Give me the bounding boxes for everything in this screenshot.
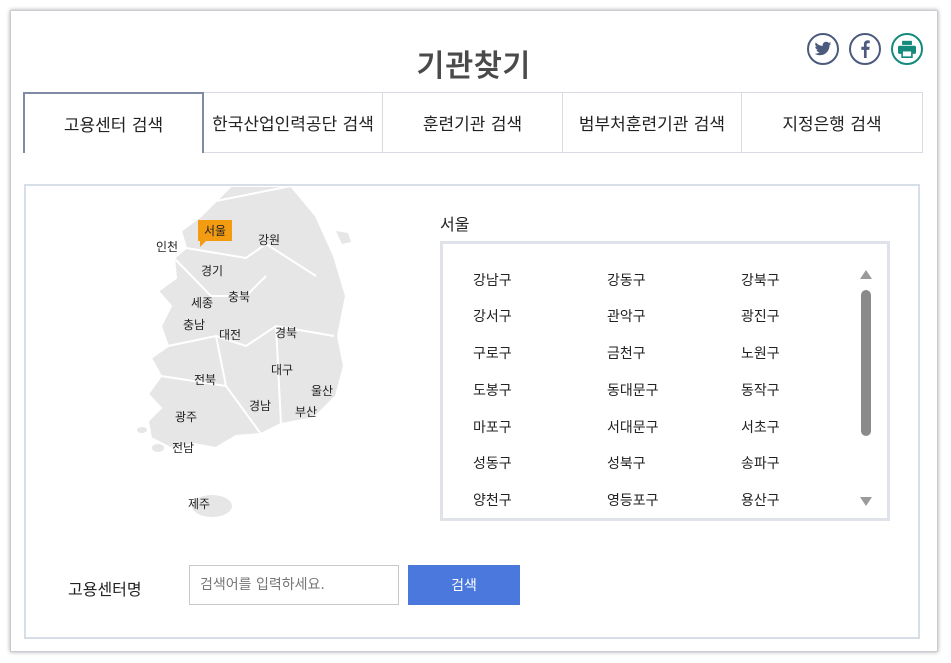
twitter-icon bbox=[814, 41, 832, 56]
facebook-icon bbox=[861, 40, 870, 58]
region-daegu[interactable]: 대구 bbox=[271, 361, 293, 378]
region-gyeonggi[interactable]: 경기 bbox=[201, 262, 223, 279]
district-item[interactable]: 광진구 bbox=[741, 306, 780, 326]
district-item[interactable]: 송파구 bbox=[741, 453, 780, 473]
region-chungnam[interactable]: 충남 bbox=[183, 316, 205, 333]
district-item[interactable]: 강서구 bbox=[473, 306, 512, 326]
search-tabs: 고용센터 검색 한국산업인력공단 검색 훈련기관 검색 범부처훈련기관 검색 지… bbox=[23, 92, 923, 153]
region-gwangju[interactable]: 광주 bbox=[175, 408, 197, 425]
region-jeju[interactable]: 제주 bbox=[188, 495, 210, 512]
region-gyeongbuk[interactable]: 경북 bbox=[275, 324, 297, 341]
district-item[interactable]: 강북구 bbox=[741, 270, 780, 290]
district-item[interactable]: 성동구 bbox=[473, 453, 512, 473]
search-panel: 서울 인천 강원 경기 세종 충북 충남 대전 경북 대구 전북 울산 경남 부… bbox=[24, 184, 920, 639]
search-button[interactable]: 검색 bbox=[408, 565, 520, 605]
region-seoul[interactable]: 서울 bbox=[198, 220, 233, 247]
scroll-down-icon[interactable] bbox=[860, 497, 872, 506]
district-item[interactable]: 양천구 bbox=[473, 490, 512, 510]
district-item[interactable]: 강남구 bbox=[473, 270, 512, 290]
scroll-thumb[interactable] bbox=[861, 290, 871, 436]
district-list: 강남구 강동구 강북구 강서구 관악구 광진구 구로구 금천구 노원구 도봉구 … bbox=[440, 241, 890, 521]
print-icon bbox=[898, 40, 916, 58]
region-sejong[interactable]: 세종 bbox=[191, 294, 213, 311]
district-item[interactable]: 성북구 bbox=[607, 453, 646, 473]
district-item[interactable]: 동대문구 bbox=[607, 380, 659, 400]
district-item[interactable]: 도봉구 bbox=[473, 380, 512, 400]
district-list-title: 서울 bbox=[440, 215, 470, 234]
tab-hrdkorea[interactable]: 한국산업인력공단 검색 bbox=[204, 92, 383, 152]
district-item[interactable]: 동작구 bbox=[741, 380, 780, 400]
district-item[interactable]: 서대문구 bbox=[607, 417, 659, 437]
search-input[interactable] bbox=[189, 565, 399, 605]
district-list-scrollbar[interactable] bbox=[859, 270, 873, 506]
print-button[interactable] bbox=[891, 33, 923, 65]
district-item[interactable]: 서초구 bbox=[741, 417, 780, 437]
district-item[interactable]: 노원구 bbox=[741, 343, 780, 363]
region-jeonbuk[interactable]: 전북 bbox=[194, 371, 216, 388]
search-label: 고용센터명 bbox=[68, 580, 142, 599]
district-item[interactable]: 금천구 bbox=[607, 343, 646, 363]
tab-designated-bank[interactable]: 지정은행 검색 bbox=[742, 92, 923, 152]
district-item[interactable]: 마포구 bbox=[473, 417, 512, 437]
facebook-share-button[interactable] bbox=[849, 33, 881, 65]
region-chungbuk[interactable]: 충북 bbox=[228, 288, 250, 305]
region-incheon[interactable]: 인천 bbox=[156, 238, 178, 255]
scroll-up-icon[interactable] bbox=[860, 270, 872, 279]
region-ulsan[interactable]: 울산 bbox=[311, 382, 333, 399]
page-title: 기관찾기 bbox=[416, 49, 532, 84]
tab-training-institution[interactable]: 훈련기관 검색 bbox=[383, 92, 563, 152]
district-item[interactable]: 용산구 bbox=[741, 490, 780, 510]
tab-employment-center[interactable]: 고용센터 검색 bbox=[23, 92, 204, 153]
main-frame: 기관찾기 고용센터 검색 한국산업인력공단 검색 훈련기관 검색 범부처훈련기관… bbox=[10, 10, 938, 652]
korea-map: 서울 인천 강원 경기 세종 충북 충남 대전 경북 대구 전북 울산 경남 부… bbox=[76, 185, 366, 526]
district-item[interactable]: 구로구 bbox=[473, 343, 512, 363]
twitter-share-button[interactable] bbox=[807, 33, 839, 65]
district-item[interactable]: 강동구 bbox=[607, 270, 646, 290]
district-item[interactable]: 관악구 bbox=[607, 306, 646, 326]
tab-ministry-training[interactable]: 범부처훈련기관 검색 bbox=[563, 92, 742, 152]
region-gangwon[interactable]: 강원 bbox=[258, 231, 280, 248]
region-gyeongnam[interactable]: 경남 bbox=[249, 397, 271, 414]
region-busan[interactable]: 부산 bbox=[295, 403, 317, 420]
region-jeonnam[interactable]: 전남 bbox=[172, 439, 194, 456]
region-daejeon[interactable]: 대전 bbox=[219, 326, 241, 343]
district-item[interactable]: 영등포구 bbox=[607, 490, 659, 510]
